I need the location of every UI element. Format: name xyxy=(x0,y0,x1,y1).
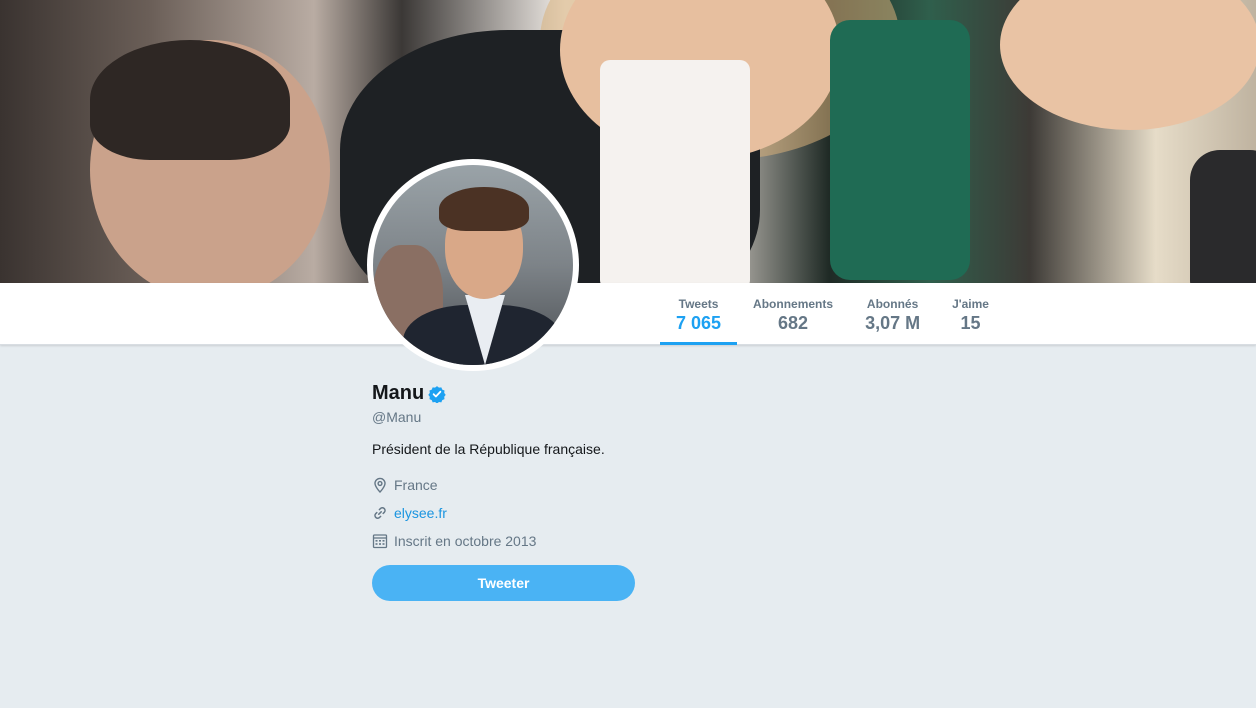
calendar-icon xyxy=(372,533,388,549)
name-row: Manu xyxy=(372,382,672,405)
profile-name[interactable]: Manu xyxy=(372,382,424,405)
location-text: France xyxy=(394,477,438,493)
banner-photo-detail xyxy=(1000,0,1256,130)
website-link[interactable]: elysee.fr xyxy=(394,505,447,521)
profile-nav-bar: Tweets 7 065 Abonnements 682 Abonnés 3,0… xyxy=(0,283,1256,345)
stat-value: 15 xyxy=(960,313,981,333)
banner-photo-detail xyxy=(90,40,290,160)
stat-value: 682 xyxy=(778,313,809,333)
banner-photo-detail xyxy=(830,20,970,280)
stat-label: J'aime xyxy=(952,297,989,311)
stat-tweets[interactable]: Tweets 7 065 xyxy=(660,283,738,345)
join-date-text: Inscrit en octobre 2013 xyxy=(394,533,537,549)
location-pin-icon xyxy=(372,477,388,493)
avatar-photo-detail xyxy=(439,187,529,231)
profile-website: elysee.fr xyxy=(372,503,672,523)
avatar-photo xyxy=(373,165,573,365)
verified-badge-icon[interactable] xyxy=(428,385,446,404)
profile-avatar[interactable] xyxy=(367,159,579,371)
stat-following[interactable]: Abonnements 682 xyxy=(737,283,849,345)
stat-label: Abonnés xyxy=(866,297,919,311)
stat-value: 3,07 M xyxy=(865,313,921,333)
profile-join-date: Inscrit en octobre 2013 xyxy=(372,531,672,551)
profile-bio: Président de la République française. xyxy=(372,441,605,457)
stat-followers[interactable]: Abonnés 3,07 M xyxy=(849,283,936,345)
banner-photo-detail xyxy=(600,60,750,283)
profile-stats: Tweets 7 065 Abonnements 682 Abonnés 3,0… xyxy=(660,283,1005,345)
stat-label: Abonnements xyxy=(753,297,834,311)
stat-likes[interactable]: J'aime 15 xyxy=(936,283,1005,345)
profile-handle[interactable]: @Manu xyxy=(372,409,672,425)
header-banner[interactable] xyxy=(0,0,1256,283)
banner-photo-detail xyxy=(1190,150,1256,283)
stat-value: 7 065 xyxy=(676,313,722,333)
stat-label: Tweets xyxy=(678,297,719,311)
link-icon xyxy=(372,505,388,521)
tweet-button[interactable]: Tweeter xyxy=(372,565,635,601)
profile-location: France xyxy=(372,475,672,495)
profile-card: Manu @Manu Président de la République fr… xyxy=(372,382,672,551)
